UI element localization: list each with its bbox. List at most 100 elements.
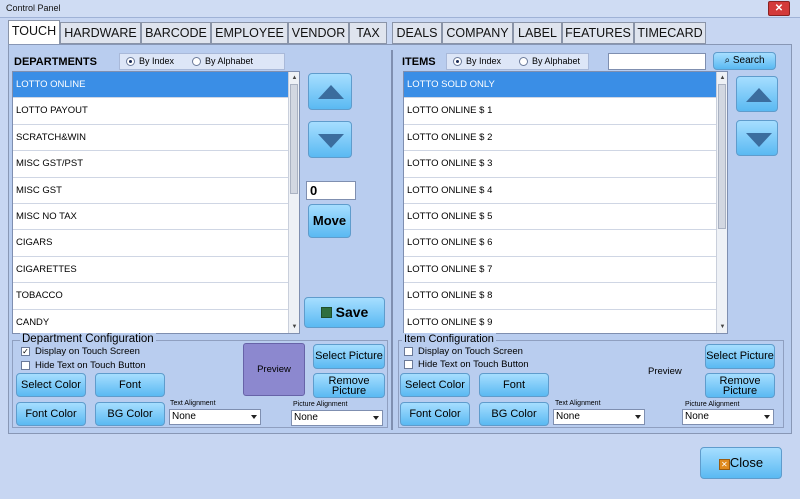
- dept-remove-picture-label-2: Picture: [331, 385, 367, 397]
- tab-employee[interactable]: EMPLOYEE: [211, 22, 288, 44]
- items-sort-alphabet-label: By Alphabet: [532, 56, 581, 66]
- item-remove-picture-button[interactable]: Remove Picture: [705, 373, 775, 398]
- save-button[interactable]: Save: [304, 297, 385, 328]
- dept-picture-alignment-label: Picture Alignment: [293, 401, 348, 408]
- close-button[interactable]: ✕ Close: [700, 447, 782, 479]
- dept-bg-color-button[interactable]: BG Color: [95, 402, 165, 426]
- item-display-touch-checkbox[interactable]: [404, 347, 413, 356]
- arrow-up-icon: [318, 85, 344, 99]
- list-item[interactable]: TOBACCO: [13, 283, 290, 310]
- dept-picture-alignment-select[interactable]: None: [291, 410, 383, 426]
- items-sort-index-radio[interactable]: [453, 57, 462, 66]
- tab-touch[interactable]: TOUCH: [8, 20, 60, 45]
- item-text-alignment-select[interactable]: None: [553, 409, 645, 425]
- list-item[interactable]: CIGARETTES: [13, 256, 290, 284]
- tab-deals[interactable]: DEALS: [392, 22, 442, 44]
- list-item[interactable]: LOTTO ONLINE $ 5: [404, 204, 717, 231]
- list-item[interactable]: LOTTO ONLINE $ 6: [404, 230, 717, 257]
- list-item[interactable]: LOTTO ONLINE $ 2: [404, 124, 717, 152]
- item-picture-alignment-select[interactable]: None: [682, 409, 774, 425]
- dept-move-up-button[interactable]: [308, 73, 352, 110]
- list-item[interactable]: LOTTO ONLINE $ 9: [404, 309, 717, 333]
- items-header: ITEMS: [402, 56, 436, 68]
- dept-sort-index-radio[interactable]: [126, 57, 135, 66]
- dept-sort-alphabet-radio[interactable]: [192, 57, 201, 66]
- dept-sort-alphabet-label: By Alphabet: [205, 56, 254, 66]
- departments-sort-group: By Index By Alphabet: [119, 53, 285, 70]
- dept-remove-picture-button[interactable]: Remove Picture: [313, 373, 385, 398]
- tab-vendor[interactable]: VENDOR: [288, 22, 349, 44]
- list-item[interactable]: LOTTO ONLINE $ 1: [404, 98, 717, 125]
- window-close-button[interactable]: ✕: [768, 1, 790, 16]
- item-select-picture-button[interactable]: Select Picture: [705, 344, 775, 369]
- items-sort-alphabet-radio[interactable]: [519, 57, 528, 66]
- tab-company[interactable]: COMPANY: [442, 22, 513, 44]
- item-text-alignment-label: Text Alignment: [555, 400, 601, 407]
- items-list[interactable]: LOTTO SOLD ONLY LOTTO ONLINE $ 1 LOTTO O…: [403, 71, 728, 334]
- search-button[interactable]: ⌕ Search: [713, 52, 776, 70]
- dept-hide-text-checkbox[interactable]: [21, 361, 30, 370]
- item-move-down-button[interactable]: [736, 120, 778, 156]
- list-item[interactable]: MISC GST/PST: [13, 151, 290, 178]
- list-item[interactable]: LOTTO ONLINE $ 3: [404, 151, 717, 178]
- dept-display-touch-checkbox[interactable]: ✓: [21, 347, 30, 356]
- dept-hide-text-label: Hide Text on Touch Button: [35, 360, 146, 371]
- list-item[interactable]: LOTTO PAYOUT: [13, 98, 290, 125]
- tab-barcode[interactable]: BARCODE: [141, 22, 211, 44]
- scroll-down-icon[interactable]: ▼: [289, 322, 299, 332]
- save-icon: [320, 307, 332, 318]
- items-sort-index-label: By Index: [466, 56, 502, 66]
- scroll-thumb[interactable]: [290, 84, 298, 194]
- list-item[interactable]: LOTTO ONLINE $ 7: [404, 256, 717, 284]
- move-button[interactable]: Move: [308, 204, 351, 238]
- arrow-down-icon: [746, 133, 772, 147]
- items-search-input[interactable]: [608, 53, 706, 70]
- scroll-down-icon[interactable]: ▼: [717, 322, 727, 332]
- scroll-up-icon[interactable]: ▲: [289, 73, 299, 83]
- dept-move-down-button[interactable]: [308, 121, 352, 158]
- item-select-color-button[interactable]: Select Color: [400, 373, 470, 397]
- item-hide-text-label: Hide Text on Touch Button: [418, 359, 529, 370]
- scroll-up-icon[interactable]: ▲: [717, 73, 727, 83]
- item-bg-color-button[interactable]: BG Color: [479, 402, 549, 426]
- dept-font-color-button[interactable]: Font Color: [16, 402, 86, 426]
- item-font-button[interactable]: Font: [479, 373, 549, 397]
- tab-timecard[interactable]: TIMECARD: [634, 22, 706, 44]
- tab-features[interactable]: FEATURES: [562, 22, 634, 44]
- dept-select-color-button[interactable]: Select Color: [16, 373, 86, 397]
- list-item[interactable]: MISC NO TAX: [13, 204, 290, 231]
- dept-text-alignment-label: Text Alignment: [170, 400, 216, 407]
- tab-tax[interactable]: TAX: [349, 22, 387, 44]
- search-label: Search: [732, 55, 765, 66]
- items-sort-group: By Index By Alphabet: [446, 53, 589, 70]
- list-item[interactable]: SCRATCH&WIN: [13, 124, 290, 152]
- departments-scrollbar[interactable]: ▲ ▼: [288, 72, 299, 333]
- item-config-title: Item Configuration: [402, 333, 496, 345]
- checkmark-icon: ✓: [22, 347, 29, 356]
- list-item[interactable]: LOTTO ONLINE $ 8: [404, 283, 717, 310]
- departments-list[interactable]: LOTTO ONLINE LOTTO PAYOUT SCRATCH&WIN MI…: [12, 71, 300, 334]
- list-item[interactable]: CANDY: [13, 309, 290, 333]
- title-bar: Control Panel ✕: [0, 0, 800, 18]
- tab-hardware[interactable]: HARDWARE: [60, 22, 141, 44]
- arrow-up-icon: [746, 88, 772, 102]
- items-scrollbar[interactable]: ▲ ▼: [716, 72, 727, 333]
- dept-select-picture-button[interactable]: Select Picture: [313, 344, 385, 369]
- list-item[interactable]: LOTTO SOLD ONLY: [404, 72, 717, 99]
- tab-label[interactable]: LABEL: [513, 22, 562, 44]
- dept-text-alignment-select[interactable]: None: [169, 409, 261, 425]
- dept-preview-button[interactable]: Preview: [243, 343, 305, 396]
- item-move-up-button[interactable]: [736, 76, 778, 112]
- list-item[interactable]: MISC GST: [13, 177, 290, 204]
- scroll-thumb[interactable]: [718, 84, 726, 229]
- list-item[interactable]: LOTTO ONLINE: [13, 72, 290, 99]
- list-item[interactable]: CIGARS: [13, 230, 290, 257]
- item-font-color-button[interactable]: Font Color: [400, 402, 470, 426]
- panel-divider: [391, 50, 393, 430]
- list-item[interactable]: LOTTO ONLINE $ 4: [404, 177, 717, 204]
- dept-font-button[interactable]: Font: [95, 373, 165, 397]
- close-icon: ✕: [774, 3, 784, 14]
- item-hide-text-checkbox[interactable]: [404, 360, 413, 369]
- save-label: Save: [335, 304, 369, 320]
- move-position-input[interactable]: 0: [306, 181, 356, 200]
